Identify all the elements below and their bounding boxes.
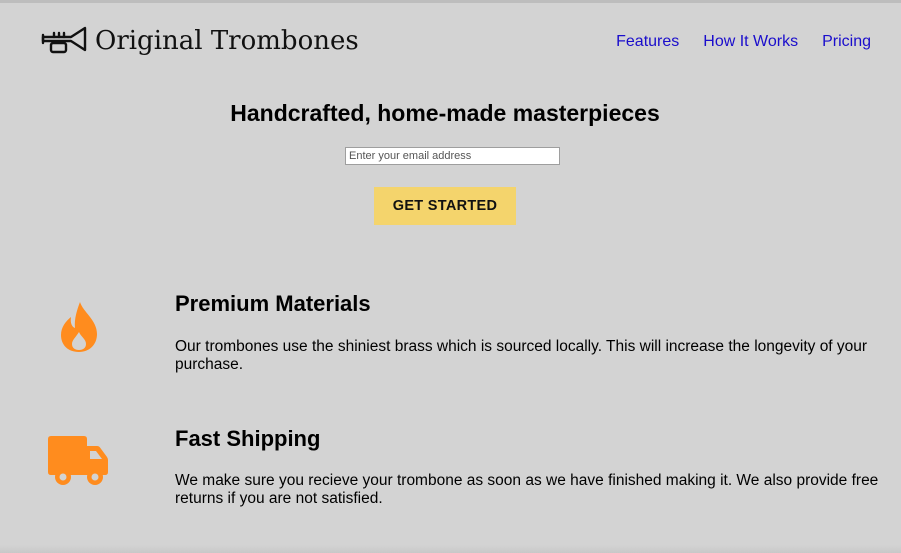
brand-name: Original Trombones xyxy=(95,26,359,56)
feature-text: Our trombones use the shiniest brass whi… xyxy=(175,338,868,373)
truck-icon xyxy=(48,436,108,485)
get-started-button[interactable]: GET STARTED xyxy=(374,187,516,225)
trumpet-icon xyxy=(41,26,87,54)
feature-text: We make sure you recieve your trombone a… xyxy=(175,472,879,507)
email-input[interactable] xyxy=(345,147,560,165)
bottom-edge xyxy=(0,545,901,553)
nav-link-features[interactable]: Features xyxy=(616,32,679,51)
feature-title: Fast Shipping xyxy=(175,426,321,451)
fire-icon xyxy=(61,302,97,352)
nav-link-how-it-works[interactable]: How It Works xyxy=(703,32,798,51)
brand-logo[interactable]: Original Trombones xyxy=(41,24,359,58)
nav-link-pricing[interactable]: Pricing xyxy=(822,32,871,51)
hero-title: Handcrafted, home-made masterpieces xyxy=(230,100,660,126)
feature-title: Premium Materials xyxy=(175,291,371,316)
main-nav: Features How It Works Pricing xyxy=(616,32,871,51)
landing-page: Original Trombones Features How It Works… xyxy=(0,0,901,553)
top-edge xyxy=(0,0,901,3)
